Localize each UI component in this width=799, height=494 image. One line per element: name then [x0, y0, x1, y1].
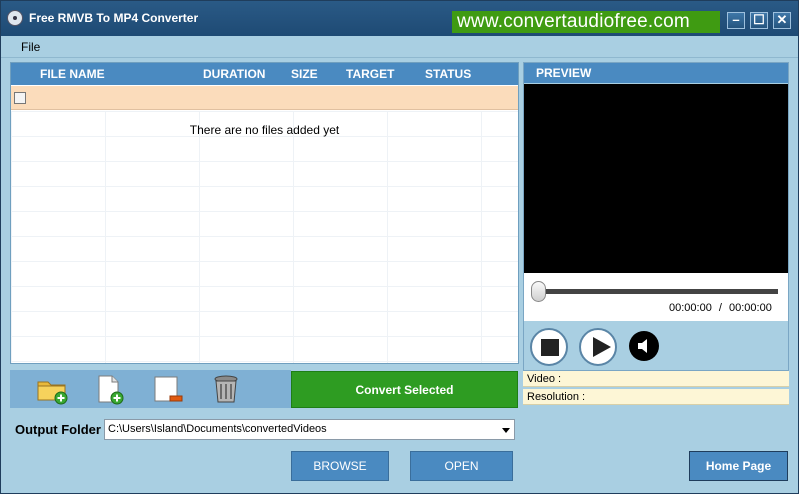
preview-panel: PREVIEW 00:00:00 / 00:00:00	[523, 62, 789, 371]
time-separator: /	[718, 302, 722, 314]
video-display[interactable]	[524, 84, 788, 273]
trash-icon[interactable]	[210, 373, 240, 405]
select-all-row	[11, 86, 518, 110]
volume-button[interactable]	[629, 331, 659, 361]
seek-track[interactable]	[536, 289, 778, 294]
menu-file[interactable]: File	[21, 40, 40, 54]
film-reel-icon	[7, 10, 23, 26]
column-target[interactable]: TARGET	[346, 67, 394, 81]
video-label: Video :	[527, 373, 562, 385]
website-link[interactable]: www.convertaudiofree.com	[452, 11, 720, 33]
window-title: Free RMVB To MP4 Converter	[29, 11, 199, 25]
video-info-row: Video :	[523, 371, 789, 387]
convert-selected-button[interactable]: Convert Selected	[291, 371, 518, 408]
output-folder-path: C:\Users\Island\Documents\convertedVideo…	[108, 423, 327, 435]
column-size[interactable]: SIZE	[291, 67, 318, 81]
play-icon	[593, 337, 611, 357]
close-button[interactable]: ✕	[773, 12, 791, 29]
file-list-header: FILE NAME DURATION SIZE TARGET STATUS	[11, 63, 518, 85]
resolution-label: Resolution :	[527, 391, 586, 403]
seek-thumb[interactable]	[531, 281, 546, 302]
seek-area: 00:00:00 / 00:00:00	[524, 273, 788, 321]
browse-button[interactable]: BROWSE	[291, 451, 389, 481]
remove-file-icon[interactable]	[152, 373, 183, 405]
file-toolbar	[10, 370, 291, 408]
output-folder-select[interactable]: C:\Users\Island\Documents\convertedVideo…	[104, 419, 515, 440]
maximize-button[interactable]: ☐	[750, 12, 768, 29]
output-folder-label: Output Folder	[15, 422, 101, 437]
column-duration[interactable]: DURATION	[203, 67, 265, 81]
menu-bar: File	[1, 36, 798, 58]
stop-icon	[541, 339, 559, 356]
app-window: Free RMVB To MP4 Converter www.convertau…	[0, 0, 799, 494]
speaker-icon	[638, 339, 647, 353]
home-page-button[interactable]: Home Page	[689, 451, 788, 481]
file-list-grid[interactable]	[11, 111, 518, 363]
title-bar[interactable]: Free RMVB To MP4 Converter www.convertau…	[1, 1, 798, 36]
time-readout: 00:00:00 / 00:00:00	[669, 302, 772, 314]
add-folder-icon[interactable]	[36, 373, 68, 405]
empty-list-message: There are no files added yet	[189, 123, 340, 137]
chevron-down-icon[interactable]	[502, 428, 510, 433]
add-file-icon[interactable]	[94, 373, 124, 405]
resolution-info-row: Resolution :	[523, 389, 789, 405]
play-button[interactable]	[579, 328, 617, 366]
time-current: 00:00:00	[669, 302, 712, 314]
select-all-checkbox[interactable]	[14, 92, 26, 104]
time-total: 00:00:00	[729, 302, 772, 314]
column-file-name[interactable]: FILE NAME	[40, 67, 105, 81]
preview-title: PREVIEW	[524, 63, 788, 83]
column-status[interactable]: STATUS	[425, 67, 471, 81]
minimize-button[interactable]: –	[727, 12, 745, 29]
file-list-panel: FILE NAME DURATION SIZE TARGET STATUS Th…	[10, 62, 519, 364]
stop-button[interactable]	[530, 328, 568, 366]
open-button[interactable]: OPEN	[410, 451, 513, 481]
